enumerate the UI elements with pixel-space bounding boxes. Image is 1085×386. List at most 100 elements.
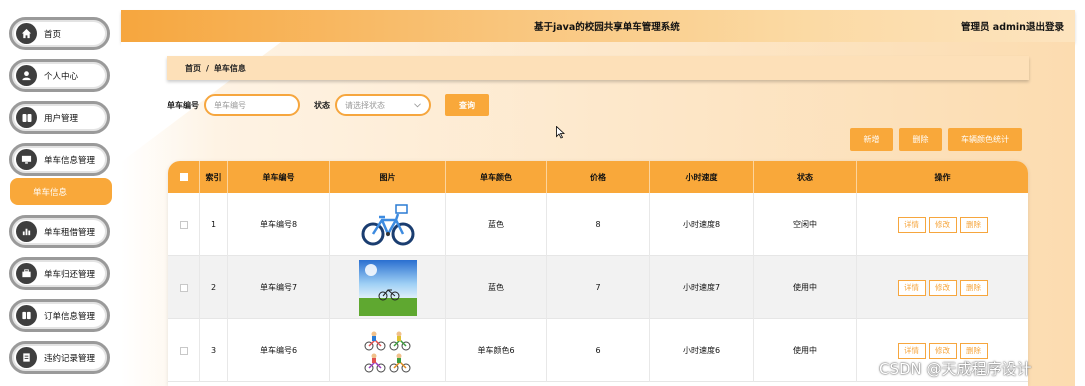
sidebar-item-home[interactable]: 首页 — [9, 17, 110, 50]
edit-button[interactable]: 修改 — [928, 342, 957, 359]
mouse-cursor-icon — [556, 125, 566, 142]
column-header: 操作 — [934, 172, 951, 182]
sidebar-subitem-bike-info[interactable]: 单车信息 — [10, 178, 112, 205]
cell-bike-no: 单车编号8 — [228, 193, 330, 256]
sidebar-item-rental[interactable]: 单车租借管理 — [9, 215, 110, 248]
row-select-cell — [168, 256, 200, 319]
cell-speed: 小时速度7 — [650, 256, 754, 319]
table-row: 2 单车编号7 蓝色 7 小时速度7 使用中 详情 修改 删除 — [168, 256, 1028, 319]
cell-color: 蓝色 — [446, 256, 547, 319]
cell-bike-no: 单车编号6 — [228, 319, 330, 382]
cyclists-image — [360, 328, 416, 374]
sidebar-item-orders[interactable]: 订单信息管理 — [9, 299, 110, 332]
detail-button[interactable]: 详情 — [897, 342, 926, 359]
column-header: 价格 — [547, 161, 650, 193]
row-checkbox[interactable] — [179, 220, 188, 229]
sidebar-item-label: 单车归还管理 — [44, 269, 96, 280]
cell-bike-no: 单车编号7 — [228, 256, 330, 319]
admin-label: 管理员 admin — [961, 22, 1026, 33]
bicycle-image — [360, 202, 416, 248]
edit-button[interactable]: 修改 — [928, 216, 957, 233]
row-delete-button[interactable]: 删除 — [959, 342, 988, 359]
user-icon — [16, 65, 37, 86]
bike-no-placeholder: 单车编号 — [214, 100, 246, 110]
row-checkbox[interactable] — [179, 346, 188, 355]
cell-index: 2 — [200, 256, 228, 319]
sidebar-item-label: 首页 — [44, 29, 62, 40]
status-label: 状态 — [314, 100, 330, 110]
delete-button[interactable]: 删除 — [899, 128, 942, 151]
cell-speed: 小时速度8 — [650, 193, 754, 256]
detail-button[interactable]: 详情 — [897, 216, 926, 233]
sidebar-item-bike-info[interactable]: 单车信息管理 — [9, 143, 110, 176]
column-header: 索引 — [200, 161, 228, 193]
add-button[interactable]: 新增 — [850, 128, 893, 151]
status-select[interactable]: 请选择状态 — [335, 94, 431, 116]
main-content: 首页 / 单车信息 单车编号 单车编号 状态 请选择状态 查询 新增 删除 车辆… — [121, 42, 1075, 386]
users-icon — [16, 107, 37, 128]
cell-image — [330, 193, 446, 256]
bike-no-label: 单车编号 — [167, 100, 199, 110]
bicycle-landscape-image — [358, 259, 417, 316]
cell-price: 7 — [547, 256, 650, 319]
cell-price: 6 — [547, 319, 650, 382]
cell-status: 使用中 — [754, 319, 857, 382]
breadcrumb-current: 单车信息 — [213, 63, 246, 73]
cell-status: 空闲中 — [754, 193, 857, 256]
briefcase-icon — [16, 263, 37, 284]
edit-button[interactable]: 修改 — [928, 279, 957, 296]
query-button[interactable]: 查询 — [445, 94, 489, 116]
sidebar-item-label: 个人中心 — [44, 71, 79, 82]
breadcrumb-separator: / — [206, 63, 209, 73]
column-header: 小时速度 — [650, 161, 754, 193]
cell-status: 使用中 — [754, 256, 857, 319]
row-select-cell — [168, 319, 200, 382]
chart-icon — [16, 221, 37, 242]
status-placeholder: 请选择状态 — [345, 100, 385, 110]
sidebar-item-profile[interactable]: 个人中心 — [9, 59, 110, 92]
color-stats-button[interactable]: 车辆颜色统计 — [948, 128, 1022, 151]
bike-no-input[interactable]: 单车编号 — [204, 94, 300, 116]
column-header: 单车编号 — [228, 161, 330, 193]
top-header: 基于java的校园共享单车管理系统 管理员 admin 退出登录 — [121, 10, 1075, 42]
cell-image — [330, 256, 446, 319]
select-all-checkbox[interactable] — [179, 173, 188, 181]
cell-actions: 详情 修改 删除 — [857, 193, 1028, 256]
logout-link[interactable]: 退出登录 — [1026, 19, 1064, 33]
column-header: 状态 — [754, 161, 857, 193]
sidebar-item-return[interactable]: 单车归还管理 — [9, 257, 110, 290]
row-delete-button[interactable]: 删除 — [959, 216, 988, 233]
row-select-cell — [168, 193, 200, 256]
app-title: 基于java的校园共享单车管理系统 — [534, 22, 680, 33]
cell-price: 8 — [547, 193, 650, 256]
watermark: CSDN @天成程序设计 — [879, 360, 1032, 378]
column-header: 图片 — [330, 161, 446, 193]
column-header: 单车颜色 — [446, 161, 547, 193]
document-icon — [16, 347, 37, 368]
sidebar-item-violations[interactable]: 违约记录管理 — [9, 341, 110, 374]
row-delete-button[interactable]: 删除 — [959, 279, 988, 296]
table-header: 索引 单车编号 图片 单车颜色 价格 小时速度 状态 操作 — [168, 161, 1028, 193]
table-row: 1 单车编号8 蓝色 8 小时速度8 空闲中 详情 修改 删除 — [168, 193, 1028, 256]
row-checkbox[interactable] — [179, 283, 188, 292]
monitor-icon — [16, 149, 37, 170]
search-bar: 单车编号 单车编号 状态 请选择状态 查询 — [167, 94, 489, 116]
sidebar-item-users[interactable]: 用户管理 — [9, 101, 110, 134]
sidebar-item-label: 订单信息管理 — [44, 311, 96, 322]
sidebar-item-label: 单车信息管理 — [44, 155, 96, 166]
select-all-cell — [168, 161, 200, 193]
cell-actions: 详情 修改 删除 — [857, 256, 1028, 319]
breadcrumb-home[interactable]: 首页 — [185, 63, 201, 74]
breadcrumb: 首页 / 单车信息 — [167, 56, 1029, 80]
cell-color: 蓝色 — [446, 193, 547, 256]
sidebar: 首页 个人中心 用户管理 单车信息管理 单车信息 单车租借管理 单车归还管理 订… — [0, 0, 121, 386]
cell-index: 1 — [200, 193, 228, 256]
detail-button[interactable]: 详情 — [897, 279, 926, 296]
sidebar-item-label: 违约记录管理 — [44, 353, 96, 364]
cell-color: 单车颜色6 — [446, 319, 547, 382]
chevron-down-icon — [414, 101, 421, 110]
home-icon — [16, 23, 37, 44]
cell-index: 3 — [200, 319, 228, 382]
cell-speed: 小时速度6 — [650, 319, 754, 382]
bike-table: 索引 单车编号 图片 单车颜色 价格 小时速度 状态 操作 1 单车编号8 蓝色… — [168, 161, 1028, 386]
